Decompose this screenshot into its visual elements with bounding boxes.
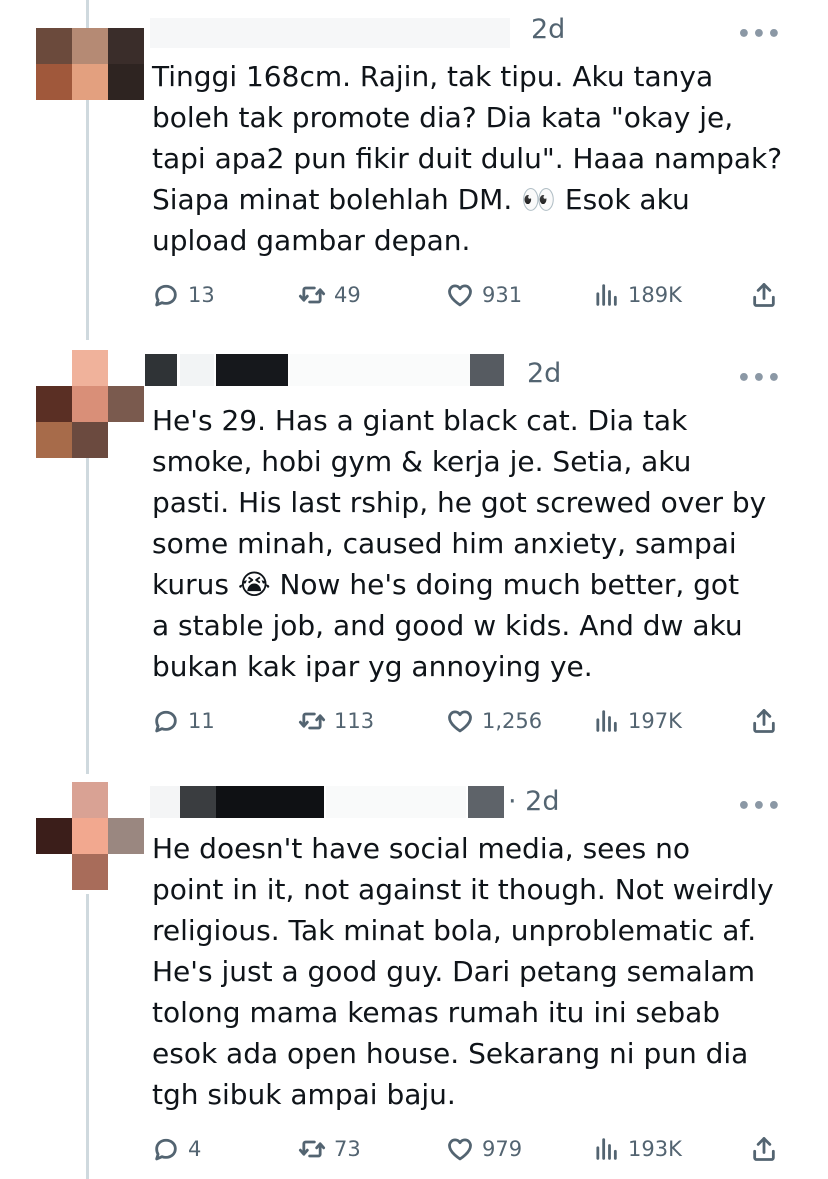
redacted-name	[180, 786, 216, 818]
tweet-text: Tinggi 168cm. Rajin, tak tipu. Aku tanya…	[152, 60, 783, 257]
more-options-icon[interactable]: •••	[737, 22, 782, 47]
like-button[interactable]: 931	[446, 278, 522, 312]
reply-count: 11	[188, 709, 215, 733]
retweet-count: 113	[334, 709, 375, 733]
share-button[interactable]	[750, 1132, 786, 1166]
retweet-button[interactable]: 73	[298, 1132, 361, 1166]
reply-icon	[155, 284, 177, 307]
tweet-timestamp[interactable]: 2d	[527, 358, 561, 389]
redacted-name	[145, 354, 177, 386]
tweet-timestamp[interactable]: 2d	[531, 14, 565, 45]
retweet-button[interactable]: 113	[298, 704, 374, 738]
tweet[interactable]: · 2d ••• He doesn't have social media, s…	[0, 770, 828, 1179]
retweet-count: 73	[334, 1137, 361, 1161]
redacted-name	[326, 786, 466, 818]
retweet-icon	[298, 1140, 326, 1158]
tweet-timestamp[interactable]: · 2d	[508, 786, 559, 817]
views-count: 189K	[628, 283, 682, 307]
share-button[interactable]	[750, 278, 786, 312]
like-count: 1,256	[482, 709, 543, 733]
more-options-icon[interactable]: •••	[737, 794, 782, 819]
redacted-name	[216, 354, 288, 386]
like-icon	[448, 284, 472, 307]
tweet-actions: 11 113 1,256 197K	[152, 704, 792, 738]
retweet-button[interactable]: 49	[298, 278, 361, 312]
views-icon	[596, 1138, 617, 1160]
tweet-text: He's 29. Has a giant black cat. Dia tak …	[152, 404, 767, 683]
reply-icon	[155, 710, 177, 733]
views-button[interactable]: 189K	[592, 278, 682, 312]
tweet[interactable]: 2d ••• Tinggi 168cm. Rajin, tak tipu. Ak…	[0, 0, 828, 340]
views-button[interactable]: 197K	[592, 704, 682, 738]
reply-count: 4	[188, 1137, 202, 1161]
avatar[interactable]	[36, 782, 144, 890]
reply-button[interactable]: 11	[152, 704, 215, 738]
like-icon	[448, 1138, 472, 1161]
like-button[interactable]: 979	[446, 1132, 522, 1166]
views-count: 193K	[628, 1137, 682, 1161]
views-count: 197K	[628, 709, 682, 733]
tweet-actions: 4 73 979 193K	[152, 1132, 792, 1166]
redacted-handle	[468, 786, 504, 818]
redacted-name	[290, 354, 470, 386]
share-icon	[753, 283, 775, 307]
views-button[interactable]: 193K	[592, 1132, 682, 1166]
retweet-count: 49	[334, 283, 361, 307]
reply-icon	[155, 1138, 177, 1161]
redacted-handle	[470, 354, 504, 386]
avatar[interactable]	[36, 28, 144, 100]
redacted-name	[150, 18, 510, 48]
tweet-text: He doesn't have social media, sees no po…	[152, 832, 774, 1111]
share-icon	[753, 709, 775, 733]
avatar[interactable]	[36, 350, 144, 458]
share-button[interactable]	[750, 704, 786, 738]
redacted-name	[150, 786, 180, 818]
tweet-actions: 13 49 931 189K	[152, 278, 792, 312]
reply-button[interactable]: 4	[152, 1132, 201, 1166]
share-icon	[753, 1137, 775, 1161]
like-icon	[448, 710, 472, 733]
reply-button[interactable]: 13	[152, 278, 215, 312]
retweet-icon	[298, 286, 326, 304]
redacted-name	[216, 786, 324, 818]
redacted-name	[180, 354, 214, 386]
tweet[interactable]: 2d ••• He's 29. Has a giant black cat. D…	[0, 340, 828, 770]
more-options-icon[interactable]: •••	[737, 366, 782, 391]
retweet-icon	[298, 712, 326, 730]
like-count: 931	[482, 283, 523, 307]
views-icon	[596, 710, 617, 732]
like-button[interactable]: 1,256	[446, 704, 542, 738]
reply-count: 13	[188, 283, 215, 307]
like-count: 979	[482, 1137, 523, 1161]
views-icon	[596, 284, 617, 306]
